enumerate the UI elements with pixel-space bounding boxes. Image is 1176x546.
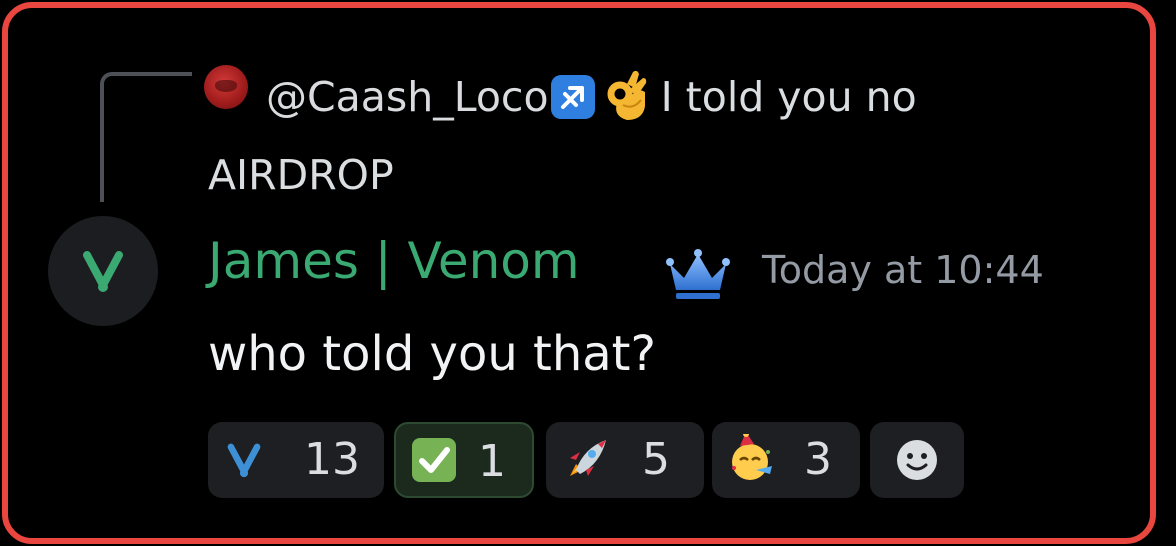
reaction-rocket[interactable]: 5 bbox=[546, 422, 704, 498]
crown-icon bbox=[666, 249, 730, 299]
reaction-venom[interactable]: 13 bbox=[208, 422, 384, 498]
venom-logo-icon bbox=[83, 251, 123, 292]
reply-connector-line bbox=[100, 72, 192, 202]
reaction-count: 1 bbox=[478, 436, 506, 487]
message-timestamp: Today at 10:44 bbox=[762, 248, 1044, 292]
partying-face-icon bbox=[732, 434, 772, 480]
smiley-icon bbox=[897, 440, 937, 480]
add-reaction-button[interactable] bbox=[870, 422, 964, 498]
reply-preview[interactable]: @Caash_Loco I told you no AIRDROP bbox=[208, 58, 1088, 214]
author-avatar[interactable] bbox=[48, 216, 158, 326]
sagittarius-icon bbox=[550, 75, 595, 119]
rocket-icon bbox=[570, 440, 606, 476]
message-frame: @Caash_Loco I told you no AIRDROP James |… bbox=[2, 2, 1156, 544]
ok-hand-icon bbox=[603, 69, 651, 121]
reaction-check[interactable]: 1 bbox=[394, 422, 534, 498]
check-mark-icon bbox=[412, 438, 456, 482]
author-username[interactable]: James | Venom bbox=[208, 232, 580, 290]
reaction-count: 3 bbox=[804, 434, 832, 485]
reaction-count: 13 bbox=[304, 434, 360, 485]
reaction-count: 5 bbox=[642, 434, 670, 485]
reply-mention[interactable]: @Caash_Loco bbox=[266, 73, 549, 121]
message-content: who told you that? bbox=[208, 326, 656, 382]
reaction-party[interactable]: 3 bbox=[712, 422, 860, 498]
venom-logo-icon bbox=[227, 443, 261, 478]
